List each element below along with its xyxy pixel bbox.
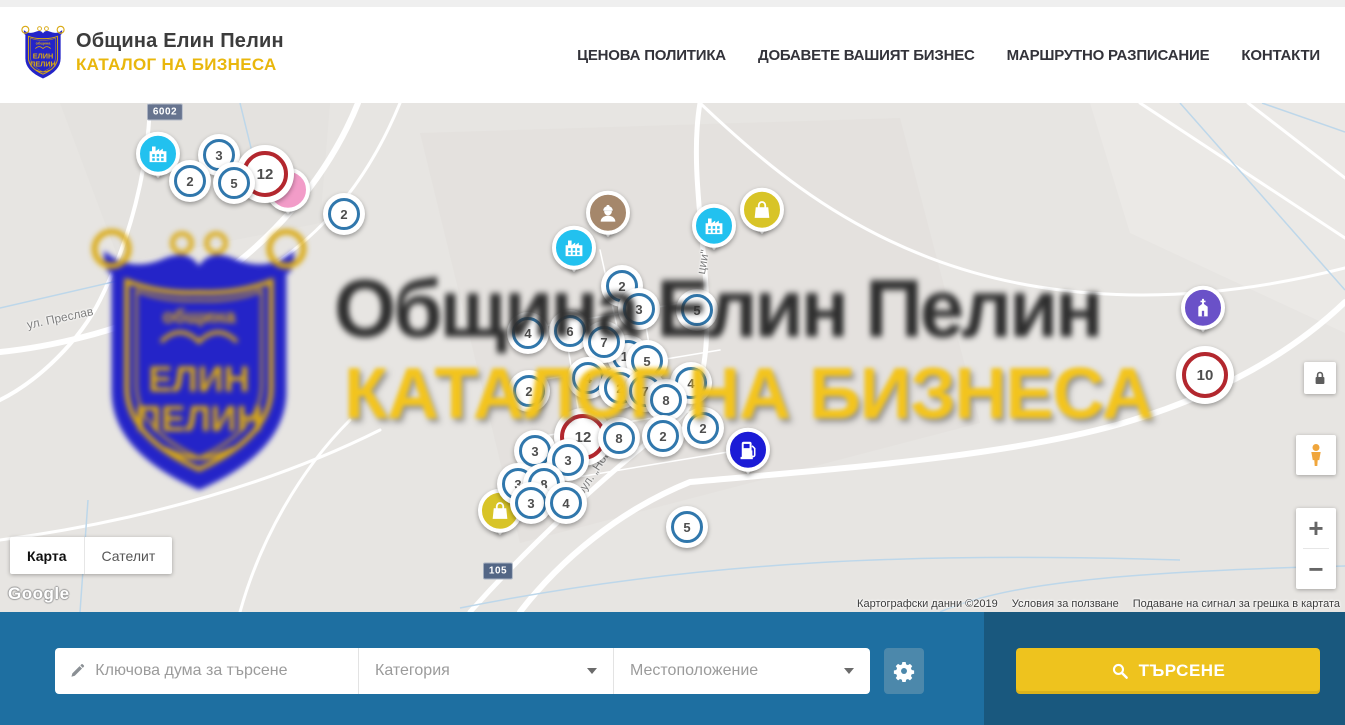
map-cluster-marker[interactable]: 2 <box>508 370 550 412</box>
map-cluster-marker[interactable]: 4 <box>507 312 549 354</box>
map-cluster-marker[interactable]: 3 <box>618 288 660 330</box>
map-cluster-marker[interactable]: 5 <box>213 162 255 204</box>
street-name-label: ции" <box>694 249 712 276</box>
site-title: Община Елин Пелин <box>76 30 284 53</box>
map-cluster-marker[interactable]: 5 <box>666 506 708 548</box>
map-pin-church[interactable] <box>1180 285 1226 331</box>
map-attribution: Картографски данни ©2019 Условия за полз… <box>857 598 1340 610</box>
church-icon <box>1191 296 1215 320</box>
location-select-label: Местоположение <box>630 662 758 680</box>
bag-icon <box>750 198 774 222</box>
map-type-control: Карта Сателит <box>10 537 172 574</box>
nav-item-transport-schedule[interactable]: МАРШРУТНО РАЗПИСАНИЕ <box>1007 47 1210 64</box>
nav-item-contacts[interactable]: КОНТАКТИ <box>1241 47 1320 64</box>
keyword-input[interactable] <box>95 662 344 680</box>
lock-icon <box>1310 368 1330 388</box>
category-select[interactable]: Категория <box>358 648 613 694</box>
zoom-out-button[interactable]: − <box>1296 549 1336 589</box>
site-subtitle: КАТАЛОГ НА БИЗНЕСА <box>76 55 284 75</box>
zoom-control: + − <box>1296 508 1336 589</box>
google-logo[interactable]: Google <box>8 584 70 604</box>
map-cluster-marker[interactable]: 2 <box>323 193 365 235</box>
map-cluster-marker[interactable]: 2 <box>682 407 724 449</box>
factory-icon <box>146 142 170 166</box>
header: община ЕЛИН ПЕЛИН Община Елин Пелин КАТА… <box>0 7 1345 103</box>
top-strip <box>0 0 1345 7</box>
worker-icon <box>596 201 620 225</box>
page: община ЕЛИН ПЕЛИН Община Елин Пелин КАТА… <box>0 0 1345 725</box>
nav-item-add-business[interactable]: ДОБАВЕТЕ ВАШИЯТ БИЗНЕС <box>758 47 975 64</box>
map-pin-fuel[interactable] <box>725 427 771 473</box>
crest-word-pelin: ПЕЛИН <box>30 60 56 69</box>
map-pin-bag[interactable] <box>739 187 785 233</box>
map-type-map-button[interactable]: Карта <box>10 537 84 574</box>
fuel-icon <box>736 438 760 462</box>
location-select[interactable]: Местоположение <box>613 648 870 694</box>
map-cluster-marker[interactable]: 8 <box>598 417 640 459</box>
map-markers-layer: ул. Преславбул. „Новоселции"600210532125… <box>0 103 1345 612</box>
map-cluster-marker[interactable]: 2 <box>169 160 211 202</box>
street-view-button[interactable] <box>1296 435 1336 475</box>
map-type-satellite-button[interactable]: Сателит <box>84 537 173 574</box>
brand-text: Община Елин Пелин КАТАЛОГ НА БИЗНЕСА <box>76 30 284 75</box>
search-button-label: ТЪРСЕНЕ <box>1139 661 1226 681</box>
municipality-crest-icon: община ЕЛИН ПЕЛИН <box>20 21 66 83</box>
map-cluster-marker[interactable]: 2 <box>642 415 684 457</box>
keyword-field-wrap <box>55 648 358 694</box>
road-number-label: 105 <box>483 563 513 580</box>
nav-item-pricing[interactable]: ЦЕНОВА ПОЛИТИКА <box>577 47 726 64</box>
lock-control[interactable] <box>1304 362 1336 394</box>
factory-icon <box>702 214 726 238</box>
attribution-copyright: Картографски данни ©2019 <box>857 598 998 610</box>
main-nav: ЦЕНОВА ПОЛИТИКА ДОБАВЕТЕ ВАШИЯТ БИЗНЕС М… <box>577 7 1320 103</box>
road-number-label: 6002 <box>147 104 183 121</box>
search-bar: Категория Местоположение ТЪРСЕНЕ <box>0 612 1345 725</box>
pegman-icon <box>1303 442 1329 468</box>
crest-word-elin: ЕЛИН <box>33 52 53 61</box>
advanced-settings-button[interactable] <box>884 648 924 694</box>
map-cluster-marker[interactable]: 4 <box>545 482 587 524</box>
zoom-in-button[interactable]: + <box>1296 508 1336 548</box>
map-pin-factory[interactable] <box>691 203 737 249</box>
caret-down-icon <box>844 668 854 674</box>
street-name-label: ул. Преслав <box>26 304 95 332</box>
pencil-icon <box>69 662 85 680</box>
search-icon <box>1111 662 1129 680</box>
search-fields: Категория Местоположение <box>55 648 870 694</box>
site-logo[interactable]: община ЕЛИН ПЕЛИН Община Елин Пелин КАТА… <box>20 21 284 83</box>
gear-icon <box>893 660 915 682</box>
crest-word-obshtina: община <box>36 42 52 46</box>
attribution-report-link[interactable]: Подаване на сигнал за грешка в картата <box>1133 598 1340 610</box>
category-select-label: Категория <box>375 662 450 680</box>
map-cluster-marker[interactable]: 10 <box>1176 346 1234 404</box>
attribution-terms-link[interactable]: Условия за ползване <box>1012 598 1119 610</box>
caret-down-icon <box>587 668 597 674</box>
factory-icon <box>562 236 586 260</box>
map-cluster-marker[interactable]: 5 <box>676 289 718 331</box>
map-pin-factory[interactable] <box>551 225 597 271</box>
map-canvas[interactable]: ул. Преславбул. „Новоселции"600210532125… <box>0 103 1345 612</box>
search-button[interactable]: ТЪРСЕНЕ <box>1016 648 1320 694</box>
